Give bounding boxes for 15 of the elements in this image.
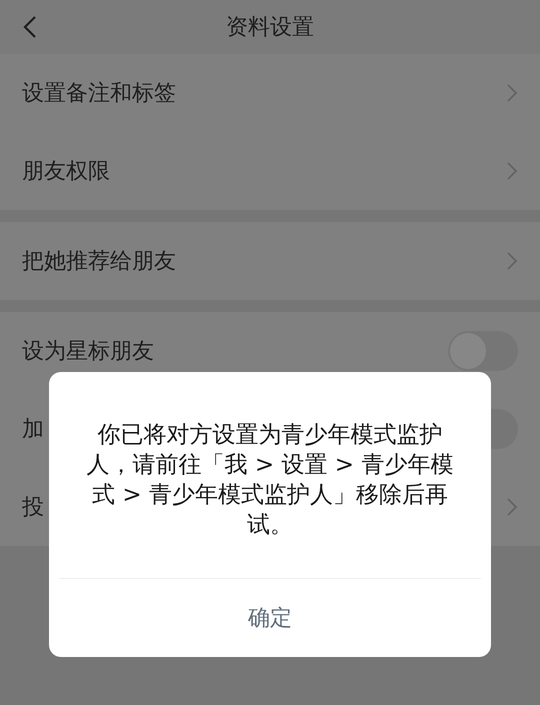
setting-label: 设为星标朋友	[22, 338, 154, 366]
chevron-icon	[506, 251, 518, 271]
dialog-message: 你已将对方设置为青少年模式监护人，请前往「我 > 设置 > 青少年模式 > 青少年模式监护人」移除后再试。	[86, 421, 454, 540]
setting-label: 把她推荐给朋友	[22, 248, 176, 276]
setting-label: 设置备注和标签	[22, 80, 176, 108]
confirm-button[interactable]: 确定	[49, 579, 491, 657]
setting-label: 加	[22, 416, 44, 444]
toggle-switch[interactable]	[448, 331, 518, 371]
page-title: 资料设置	[226, 14, 314, 42]
chevron-icon	[506, 83, 518, 103]
back-icon[interactable]	[22, 15, 38, 39]
chevron-icon	[506, 497, 518, 517]
setting-label: 投	[22, 494, 44, 522]
chevron-icon	[506, 161, 518, 181]
setting-label: 朋友权限	[22, 158, 110, 186]
